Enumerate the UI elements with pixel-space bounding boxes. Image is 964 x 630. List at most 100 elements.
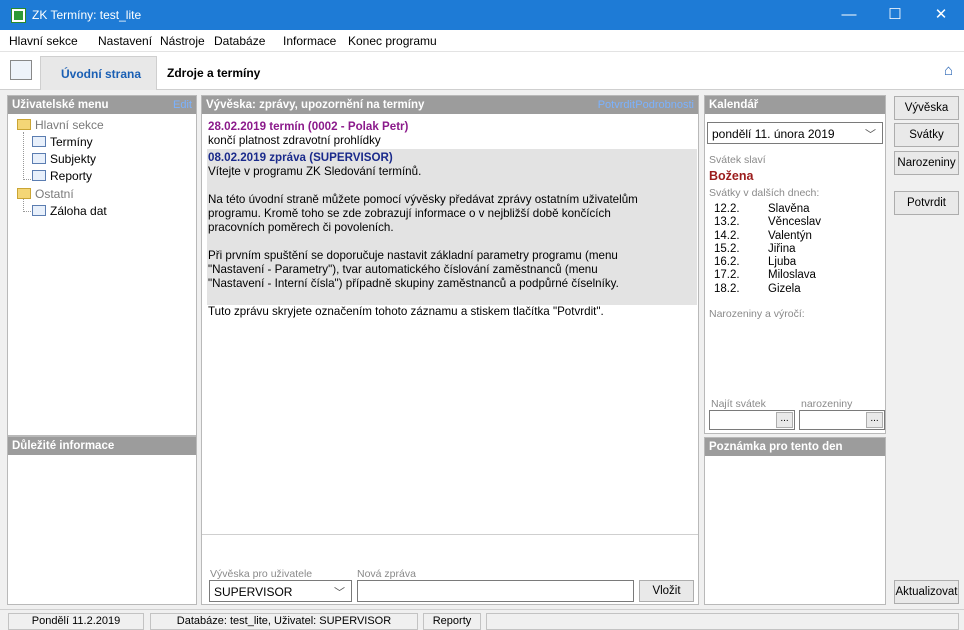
menu-nastroje[interactable]: Nástroje [160,34,205,48]
tree-group-hlavni-sekce[interactable]: Hlavní sekce [17,118,104,132]
for-user-label: Vývěska pro uživatele [210,568,313,580]
close-button[interactable]: ✕ [918,0,964,30]
for-user-select[interactable]: SUPERVISOR ﹀ [209,580,352,602]
folder-icon [17,188,31,199]
nameday-label: Svátek slaví [709,154,766,166]
nameday-row: 18.2. Gizela [714,283,821,296]
nameday-date: 16.2. [714,256,740,269]
menu-bar: Hlavní sekce Nastavení Nástroje Databáze… [0,30,964,52]
app-icon [11,8,26,23]
message-line: "Nastavení - Parametry"), tvar automatic… [208,263,598,276]
nameday-name: Božena [709,169,754,183]
date-value: pondělí 11. února 2019 [712,127,835,141]
new-message-label: Nová zpráva [357,568,416,580]
tree-item-subjekty[interactable]: Subjekty [32,152,96,166]
find-nameday-label: Najít svátek [711,398,766,410]
nameday-row: 15.2. Jiřina [714,243,821,256]
document-icon [32,205,46,216]
find-nameday-browse-button[interactable]: ... [776,412,793,428]
find-nameday-input[interactable]: ... [709,410,795,430]
status-database-user: Databáze: test_lite, Uživatel: SUPERVISO… [150,613,418,630]
day-note-title: Poznámka pro tento den [709,441,843,453]
nameday-entry: Slavěna [768,203,810,215]
chevron-down-icon: ﹀ [334,587,345,599]
message-header[interactable]: 28.02.2019 termín (0002 - Polak Petr) [208,120,408,134]
date-picker[interactable]: pondělí 11. února 2019 ﹀ [707,122,883,144]
chevron-down-icon: ﹀ [865,129,876,141]
menu-nastaveni[interactable]: Nastavení [98,34,152,48]
nameday-date: 15.2. [714,242,740,255]
user-menu-header: Uživatelské menu Edit [8,96,196,114]
minimize-button[interactable]: — [826,0,872,30]
day-note-header: Poznámka pro tento den [705,438,885,456]
status-empty [486,613,959,630]
details-link[interactable]: Podrobnosti [635,96,694,114]
message-line: Při prvním spuštění se doporučuje nastav… [208,249,618,262]
nameday-row: 16.2. Ljuba [714,256,821,269]
board-header: Vývěska: zprávy, upozornění na termíny P… [202,96,698,114]
user-menu-panel: Uživatelské menu Edit Hlavní sekce Termí… [7,95,197,436]
tab-uvodni-strana[interactable]: Úvodní strana [40,56,157,90]
message-line: pracovních poměrech či povoleních. [208,221,394,234]
menu-konec-programu[interactable]: Konec programu [348,34,437,48]
edit-link[interactable]: Edit [173,96,192,114]
message-line: programu. Kromě toho se zde zobrazují in… [208,207,611,220]
find-birthday-input[interactable]: ... [799,410,885,430]
tree-item-zaloha-dat[interactable]: Záloha dat [32,204,107,218]
find-birthday-label: narozeniny [801,398,853,410]
confirm-button[interactable]: Potvrdit [894,191,959,215]
tab-zdroje-a-terminy[interactable]: Zdroje a termíny [167,66,260,80]
calendar-header: Kalendář [705,96,885,114]
tree-item-terminy[interactable]: Termíny [32,135,93,149]
nameday-row: 14.2. Valentýn [714,230,821,243]
message-header[interactable]: 08.02.2019 zpráva (SUPERVISOR) [208,151,393,165]
menu-databaze[interactable]: Databáze [214,34,265,48]
nameday-row: 12.2. Slavěna [714,203,821,216]
refresh-button[interactable]: Aktualizovat [894,580,959,604]
confirm-link[interactable]: Potvrdit [598,96,635,114]
important-info-header: Důležité informace [8,437,196,455]
holidays-button[interactable]: Svátky [894,123,959,147]
window-title: ZK Termíny: test_lite [32,8,142,22]
nameday-date: 17.2. [714,269,740,282]
folder-icon [17,119,31,130]
calendar-title: Kalendář [709,99,759,111]
board-title: Vývěska: zprávy, upozornění na termíny [206,99,425,111]
day-note-panel: Poznámka pro tento den [704,437,886,605]
board-button[interactable]: Vývěska [894,96,959,120]
status-bar: Pondělí 11.2.2019 Databáze: test_lite, U… [0,609,964,630]
tree-item-reporty[interactable]: Reporty [32,169,92,183]
nameday-date: 12.2. [714,203,740,215]
menu-hlavni-sekce[interactable]: Hlavní sekce [9,34,78,48]
important-info-panel: Důležité informace [7,436,197,605]
nameday-date: 13.2. [714,216,740,229]
message-body[interactable]: končí platnost zdravotní prohlídky [208,134,381,148]
message-line: Tuto zprávu skryjete označením tohoto zá… [208,305,604,318]
maximize-button[interactable]: ☐ [872,0,918,30]
board-panel: Vývěska: zprávy, upozornění na termíny P… [201,95,699,605]
nameday-entry: Miloslava [768,269,816,282]
insert-button[interactable]: Vložit [639,580,694,602]
status-section: Reporty [423,613,481,630]
birthdays-label: Narozeniny a výročí: [709,308,805,320]
next-days-label: Svátky v dalších dnech: [709,187,820,199]
tree-group-ostatni[interactable]: Ostatní [17,187,74,201]
important-info-title: Důležité informace [12,440,115,452]
status-date: Pondělí 11.2.2019 [8,613,144,630]
nameday-row: 13.2. Věnceslav [714,216,821,229]
new-message-input[interactable] [357,580,634,602]
divider [202,534,698,535]
user-menu-title: Uživatelské menu [12,99,109,111]
sidebar-toggle-icon[interactable] [10,60,32,80]
document-icon [32,136,46,147]
message-line: Vítejte v programu ZK Sledování termínů. [208,165,422,178]
home-icon[interactable]: ⌂ [944,62,953,79]
birthdays-button[interactable]: Narozeniny [894,151,959,175]
document-icon [32,153,46,164]
nameday-entry: Ljuba [768,256,797,269]
for-user-value: SUPERVISOR [214,585,293,599]
menu-informace[interactable]: Informace [283,34,336,48]
nameday-entry: Valentýn [768,229,812,242]
find-birthday-browse-button[interactable]: ... [866,412,883,428]
title-bar: ZK Termíny: test_lite — ☐ ✕ [0,0,964,30]
